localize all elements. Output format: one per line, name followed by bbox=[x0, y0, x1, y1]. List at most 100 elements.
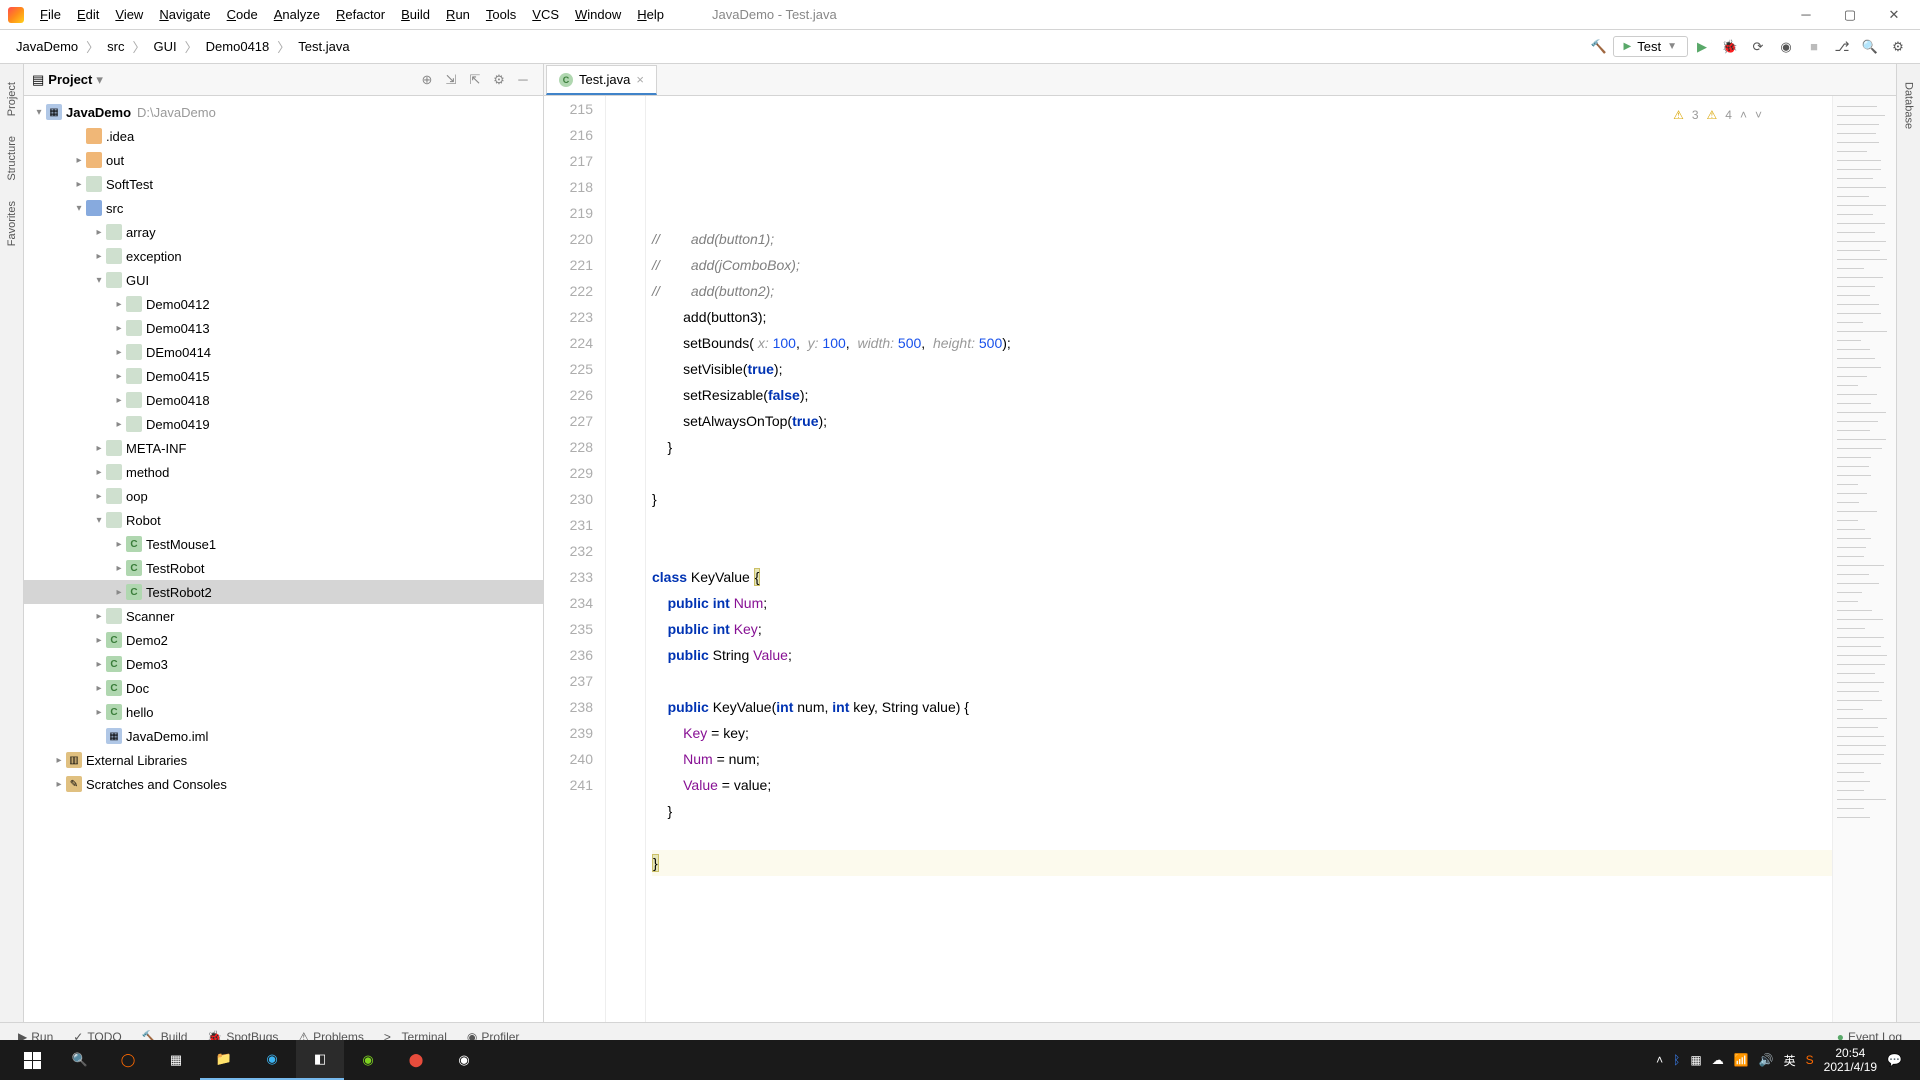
tree-arrow-icon[interactable]: ▸ bbox=[92, 659, 106, 670]
tree-item-TestRobot2[interactable]: ▸CTestRobot2 bbox=[24, 580, 543, 604]
code-line-225[interactable]: } bbox=[652, 434, 1832, 460]
tree-item-.idea[interactable]: .idea bbox=[24, 124, 543, 148]
tree-arrow-icon[interactable]: ▸ bbox=[92, 227, 106, 238]
tree-item-TestMouse1[interactable]: ▸CTestMouse1 bbox=[24, 532, 543, 556]
debug-button[interactable]: 🐞 bbox=[1718, 35, 1742, 59]
code-line-223[interactable]: setResizable(false); bbox=[652, 382, 1832, 408]
expand-all-button[interactable]: ⇲ bbox=[441, 70, 461, 90]
line-number[interactable]: 224 bbox=[544, 330, 593, 356]
tool-tab-structure[interactable]: Structure bbox=[4, 126, 20, 191]
editor-body[interactable]: 2152162172182192202212222232242252262272… bbox=[544, 96, 1896, 1022]
tree-arrow-icon[interactable]: ▸ bbox=[112, 587, 126, 598]
menu-navigate[interactable]: Navigate bbox=[151, 3, 218, 26]
tree-arrow-icon[interactable]: ▸ bbox=[92, 251, 106, 262]
line-number[interactable]: 222 bbox=[544, 278, 593, 304]
tree-arrow-icon[interactable]: ▸ bbox=[112, 371, 126, 382]
tree-arrow-icon[interactable]: ▸ bbox=[112, 395, 126, 406]
code-line-233[interactable]: public String Value; bbox=[652, 642, 1832, 668]
line-number[interactable]: 240 bbox=[544, 746, 593, 772]
tree-item-JavaDemo.iml[interactable]: ▦JavaDemo.iml bbox=[24, 724, 543, 748]
line-number[interactable]: 241 bbox=[544, 772, 593, 798]
settings-button[interactable]: ⚙ bbox=[1886, 35, 1910, 59]
tree-arrow-icon[interactable]: ▸ bbox=[72, 155, 86, 166]
line-number[interactable]: 220 bbox=[544, 226, 593, 252]
tree-item-Scratches and Consoles[interactable]: ▸✎Scratches and Consoles bbox=[24, 772, 543, 796]
tree-item-External Libraries[interactable]: ▸▥External Libraries bbox=[24, 748, 543, 772]
tree-arrow-icon[interactable]: ▸ bbox=[92, 467, 106, 478]
code-line-227[interactable]: } bbox=[652, 486, 1832, 512]
prev-highlight-icon[interactable]: ˄ bbox=[1740, 102, 1747, 128]
breadcrumb-3[interactable]: Demo0418 bbox=[198, 35, 278, 58]
code-area[interactable]: ⚠3 ⚠4 ˄ ˅ // add(button1);// add(jComboB… bbox=[646, 96, 1832, 1022]
code-line-221[interactable]: setBounds( x: 100, y: 100, width: 500, h… bbox=[652, 330, 1832, 356]
line-number[interactable]: 239 bbox=[544, 720, 593, 746]
tree-arrow-icon[interactable]: ▾ bbox=[92, 515, 106, 526]
tree-arrow-icon[interactable]: ▸ bbox=[92, 707, 106, 718]
code-line-231[interactable]: public int Num; bbox=[652, 590, 1832, 616]
tree-item-Demo0413[interactable]: ▸Demo0413 bbox=[24, 316, 543, 340]
editor-tab-test[interactable]: C Test.java × bbox=[546, 65, 657, 95]
menu-build[interactable]: Build bbox=[393, 3, 438, 26]
tree-arrow-icon[interactable]: ▸ bbox=[92, 611, 106, 622]
code-line-219[interactable]: // add(button2); bbox=[652, 278, 1832, 304]
search-button[interactable]: 🔍 bbox=[56, 1040, 104, 1080]
code-line-229[interactable] bbox=[652, 538, 1832, 564]
tree-arrow-icon[interactable]: ▸ bbox=[92, 443, 106, 454]
tree-item-GUI[interactable]: ▾GUI bbox=[24, 268, 543, 292]
tree-arrow-icon[interactable]: ▸ bbox=[112, 299, 126, 310]
tree-item-hello[interactable]: ▸Chello bbox=[24, 700, 543, 724]
tree-item-Doc[interactable]: ▸CDoc bbox=[24, 676, 543, 700]
tree-arrow-icon[interactable]: ▸ bbox=[72, 179, 86, 190]
tree-arrow-icon[interactable]: ▸ bbox=[112, 419, 126, 430]
line-number[interactable]: 223 bbox=[544, 304, 593, 330]
settings-gear-icon[interactable]: ⚙ bbox=[489, 70, 509, 90]
tree-arrow-icon[interactable]: ▸ bbox=[112, 539, 126, 550]
taskbar-clock[interactable]: 20:54 2021/4/19 bbox=[1824, 1046, 1877, 1075]
taskbar-app-explorer[interactable]: 📁 bbox=[200, 1040, 248, 1080]
tree-arrow-icon[interactable]: ▸ bbox=[112, 323, 126, 334]
taskbar-app-wechat[interactable]: ◉ bbox=[344, 1040, 392, 1080]
code-line-220[interactable]: add(button3); bbox=[652, 304, 1832, 330]
inspection-widget[interactable]: ⚠3 ⚠4 ˄ ˅ bbox=[1673, 102, 1762, 128]
tree-arrow-icon[interactable]: ▾ bbox=[72, 203, 86, 214]
build-hammer-icon[interactable]: 🔨 bbox=[1587, 35, 1611, 59]
start-button[interactable] bbox=[8, 1040, 56, 1080]
tree-item-Demo0419[interactable]: ▸Demo0419 bbox=[24, 412, 543, 436]
tree-arrow-icon[interactable]: ▸ bbox=[92, 491, 106, 502]
code-line-241[interactable]: } bbox=[652, 850, 1832, 876]
line-number[interactable]: 226 bbox=[544, 382, 593, 408]
line-number[interactable]: 229 bbox=[544, 460, 593, 486]
menu-analyze[interactable]: Analyze bbox=[266, 3, 328, 26]
tree-arrow-icon[interactable]: ▾ bbox=[92, 275, 106, 286]
tree-arrow-icon[interactable]: ▸ bbox=[112, 347, 126, 358]
line-number[interactable]: 228 bbox=[544, 434, 593, 460]
menu-view[interactable]: View bbox=[107, 3, 151, 26]
line-number[interactable]: 217 bbox=[544, 148, 593, 174]
tree-item-Demo0412[interactable]: ▸Demo0412 bbox=[24, 292, 543, 316]
close-tab-icon[interactable]: × bbox=[636, 72, 644, 87]
menu-file[interactable]: File bbox=[32, 3, 69, 26]
tree-arrow-icon[interactable]: ▸ bbox=[52, 755, 66, 766]
menu-run[interactable]: Run bbox=[438, 3, 478, 26]
minimize-button[interactable]: ─ bbox=[1788, 3, 1824, 27]
code-line-218[interactable]: // add(jComboBox); bbox=[652, 252, 1832, 278]
tree-arrow-icon[interactable]: ▸ bbox=[92, 683, 106, 694]
line-number[interactable]: 236 bbox=[544, 642, 593, 668]
code-line-235[interactable]: public KeyValue(int num, int key, String… bbox=[652, 694, 1832, 720]
stop-button[interactable]: ■ bbox=[1802, 35, 1826, 59]
line-number[interactable]: 218 bbox=[544, 174, 593, 200]
breadcrumb-4[interactable]: Test.java bbox=[290, 35, 357, 58]
cortana-button[interactable]: ◯ bbox=[104, 1040, 152, 1080]
run-button[interactable]: ▶ bbox=[1690, 35, 1714, 59]
code-minimap[interactable] bbox=[1832, 96, 1896, 1022]
taskbar-app-intellij[interactable]: ◧ bbox=[296, 1040, 344, 1080]
taskbar-app-edge[interactable]: ◉ bbox=[248, 1040, 296, 1080]
tray-chevron-up-icon[interactable]: ˄ bbox=[1656, 1053, 1663, 1067]
tree-arrow-icon[interactable]: ▸ bbox=[52, 779, 66, 790]
menu-refactor[interactable]: Refactor bbox=[328, 3, 393, 26]
line-number[interactable]: 233 bbox=[544, 564, 593, 590]
tray-ime-indicator[interactable]: 英 bbox=[1784, 1052, 1796, 1069]
run-coverage-button[interactable]: ⟳ bbox=[1746, 35, 1770, 59]
breadcrumb-1[interactable]: src bbox=[99, 35, 132, 58]
tree-item-method[interactable]: ▸method bbox=[24, 460, 543, 484]
